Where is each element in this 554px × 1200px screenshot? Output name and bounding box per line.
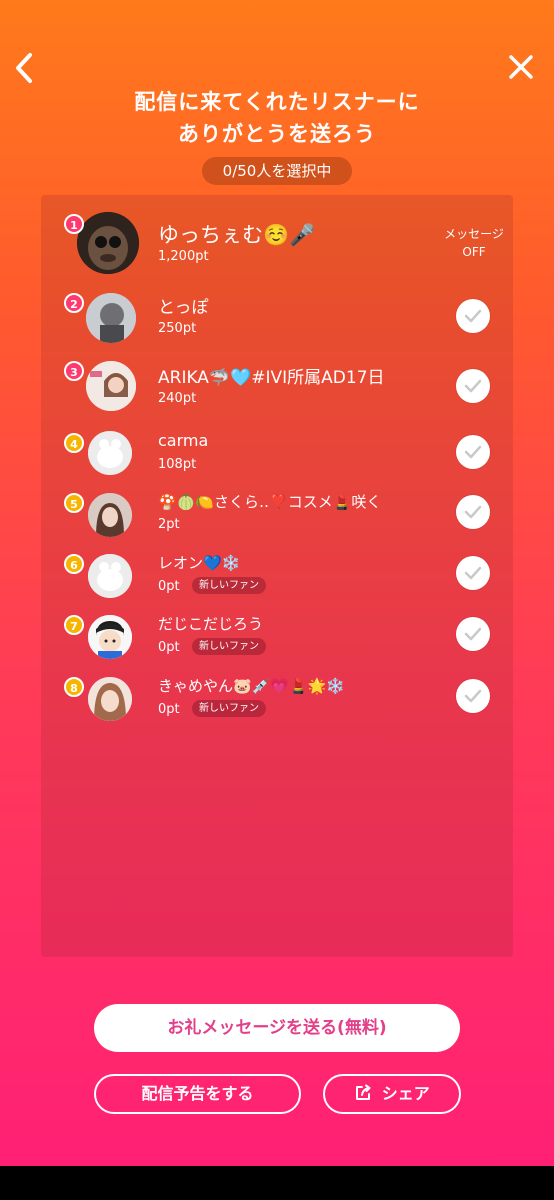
list-item[interactable]: 3 ARIKA🦈🩵#IVI所属AD17日 240pt: [41, 361, 513, 421]
default-avatar-icon: [88, 554, 132, 598]
rank-badge: 7: [64, 615, 84, 635]
list-item[interactable]: 7 だじこだじろう 0pt 新しいファン: [41, 613, 513, 673]
message-state: OFF: [462, 245, 486, 259]
system-nav-bar: [0, 1166, 554, 1200]
rank-badge: 8: [64, 677, 84, 697]
selected-count-badge: 0/50人を選択中: [202, 157, 352, 185]
title-line-1: 配信に来てくれたリスナーに: [134, 90, 420, 114]
rank-badge: 2: [64, 293, 84, 313]
select-checkbox[interactable]: [456, 435, 490, 469]
message-toggle[interactable]: メッセージ OFF: [439, 225, 509, 261]
avatar-image: [86, 361, 136, 411]
check-icon: [464, 627, 482, 641]
avatar-image: [86, 293, 136, 343]
rank-badge: 5: [64, 493, 84, 513]
listener-points: 0pt: [158, 702, 180, 717]
check-icon: [464, 379, 482, 393]
avatar-image: [88, 615, 132, 659]
check-icon: [464, 689, 482, 703]
listener-name: だじこだじろう: [158, 615, 264, 633]
listener-list: 1 ゆっちぇむ☺️🎤 1,200pt メッセージ OFF 2 とっぽ 250pt: [41, 195, 513, 957]
announce-label: 配信予告をする: [141, 1084, 254, 1103]
avatar-image: [77, 212, 139, 274]
rank-badge: 6: [64, 554, 84, 574]
list-item[interactable]: 8 きゃめやん🐷💉💗💄🌟❄️ 0pt 新しいファン: [41, 675, 513, 735]
select-checkbox[interactable]: [456, 299, 490, 333]
title-line-2: ありがとうを送ろう: [178, 122, 376, 146]
new-fan-badge: 新しいファン: [192, 700, 266, 717]
chevron-left-icon: [16, 53, 32, 83]
new-fan-badge: 新しいファン: [192, 577, 266, 594]
check-icon: [464, 309, 482, 323]
select-checkbox[interactable]: [456, 495, 490, 529]
close-button[interactable]: [506, 52, 536, 82]
rank-badge: 1: [64, 214, 84, 234]
listener-points: 0pt: [158, 579, 180, 594]
message-label: メッセージ: [444, 227, 504, 241]
list-item[interactable]: 5 🍄🍈🍋さくら‥❣️コスメ💄咲く 2pt: [41, 491, 513, 551]
check-icon: [464, 505, 482, 519]
avatar: [88, 677, 132, 721]
back-button[interactable]: [10, 50, 40, 86]
avatar: [88, 493, 132, 537]
top-bar: [0, 0, 554, 100]
avatar: [88, 615, 132, 659]
listener-points: 2pt: [158, 517, 180, 532]
send-thanks-button[interactable]: お礼メッセージを送る(無料): [94, 1004, 460, 1052]
listener-points: 108pt: [158, 457, 197, 472]
announce-stream-button[interactable]: 配信予告をする: [94, 1074, 301, 1114]
share-icon: [356, 1084, 371, 1100]
avatar: [88, 554, 132, 598]
listener-name: ARIKA🦈🩵#IVI所属AD17日: [158, 368, 385, 388]
default-avatar-icon: [88, 431, 132, 475]
new-fan-badge: 新しいファン: [192, 638, 266, 655]
avatar[interactable]: [77, 212, 139, 274]
rank-badge: 4: [64, 433, 84, 453]
listener-name: きゃめやん🐷💉💗💄🌟❄️: [158, 677, 346, 695]
list-item[interactable]: 4 carma 108pt: [41, 431, 513, 491]
listener-name: 🍄🍈🍋さくら‥❣️コスメ💄咲く: [158, 493, 382, 511]
listener-points: 1,200pt: [158, 249, 209, 264]
list-item[interactable]: 2 とっぽ 250pt: [41, 291, 513, 351]
avatar: [86, 361, 136, 411]
avatar-image: [88, 493, 132, 537]
list-item-top: 1 ゆっちぇむ☺️🎤 1,200pt メッセージ OFF: [41, 209, 513, 279]
check-icon: [464, 566, 482, 580]
listener-points: 0pt: [158, 640, 180, 655]
avatar: [86, 293, 136, 343]
listener-points: 250pt: [158, 321, 197, 336]
avatar-image: [88, 677, 132, 721]
listener-name: carma: [158, 431, 209, 450]
select-checkbox[interactable]: [456, 617, 490, 651]
page-title: 配信に来てくれたリスナーに ありがとうを送ろう: [0, 86, 554, 150]
listener-name: レオン💙❄️: [158, 554, 241, 572]
listener-points: 240pt: [158, 391, 197, 406]
share-label: シェア: [381, 1084, 430, 1103]
close-icon: [509, 55, 533, 79]
listener-name: ゆっちぇむ☺️🎤: [158, 223, 316, 247]
list-item[interactable]: 6 レオン💙❄️ 0pt 新しいファン: [41, 552, 513, 612]
select-checkbox[interactable]: [456, 369, 490, 403]
select-checkbox[interactable]: [456, 556, 490, 590]
avatar: [88, 431, 132, 475]
rank-badge: 3: [64, 361, 84, 381]
listener-name: とっぽ: [158, 298, 209, 318]
share-button[interactable]: シェア: [323, 1074, 461, 1114]
check-icon: [464, 445, 482, 459]
select-checkbox[interactable]: [456, 679, 490, 713]
